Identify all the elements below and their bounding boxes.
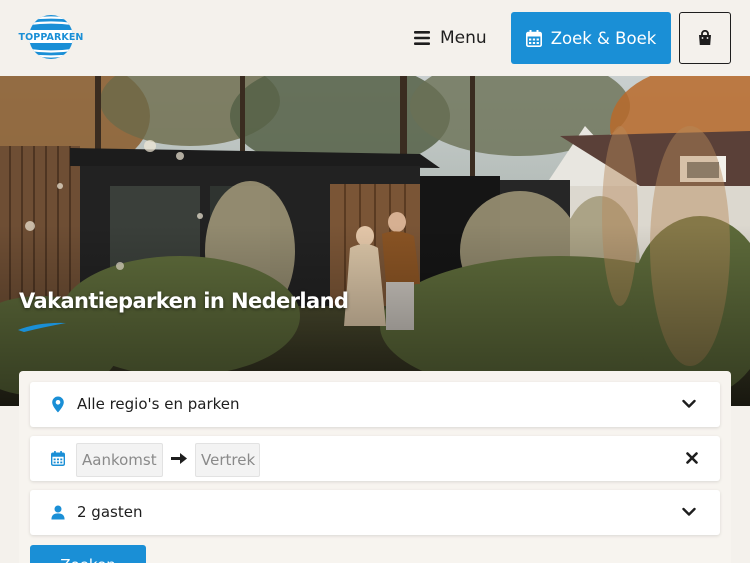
logo-text: TOPPARKEN xyxy=(18,32,84,43)
date-range-field: Aankomst Vertrek xyxy=(30,436,720,481)
menu-button[interactable]: Menu xyxy=(414,26,487,50)
chevron-down-icon xyxy=(682,399,696,408)
menu-label: Menu xyxy=(440,28,487,48)
user-icon xyxy=(51,505,65,520)
calendar-icon xyxy=(51,451,65,466)
region-select[interactable]: Alle regio's en parken xyxy=(30,382,720,427)
arrow-right-icon xyxy=(171,453,187,464)
region-value: Alle regio's en parken xyxy=(77,395,240,413)
zoek-boek-button[interactable]: Zoek & Boek xyxy=(511,12,671,64)
hamburger-icon xyxy=(414,31,430,45)
arrival-date-input[interactable]: Aankomst xyxy=(76,443,163,477)
clear-dates-icon[interactable] xyxy=(686,452,698,464)
hero-photo xyxy=(0,76,750,406)
search-panel: Alle regio's en parken Aankomst Vertrek xyxy=(19,371,731,563)
topparken-logo[interactable]: TOPPARKEN xyxy=(18,14,84,60)
zoek-boek-label: Zoek & Boek xyxy=(550,28,657,48)
calendar-icon xyxy=(525,29,542,47)
hero-title: Vakantieparken in Nederland xyxy=(19,289,349,313)
swoosh-icon xyxy=(18,322,66,332)
location-pin-icon xyxy=(52,396,64,413)
shopping-bag-icon xyxy=(699,30,711,45)
site-header: TOPPARKEN Menu Zoek & Boek xyxy=(0,0,750,76)
cart-button[interactable] xyxy=(679,12,731,64)
hero-banner: Vakantieparken in Nederland xyxy=(0,76,750,406)
chevron-down-icon xyxy=(682,507,696,516)
departure-date-input[interactable]: Vertrek xyxy=(195,443,260,477)
guests-select[interactable]: 2 gasten xyxy=(30,490,720,535)
guests-value: 2 gasten xyxy=(77,503,143,521)
search-submit-button[interactable]: Zoeken xyxy=(30,545,146,563)
